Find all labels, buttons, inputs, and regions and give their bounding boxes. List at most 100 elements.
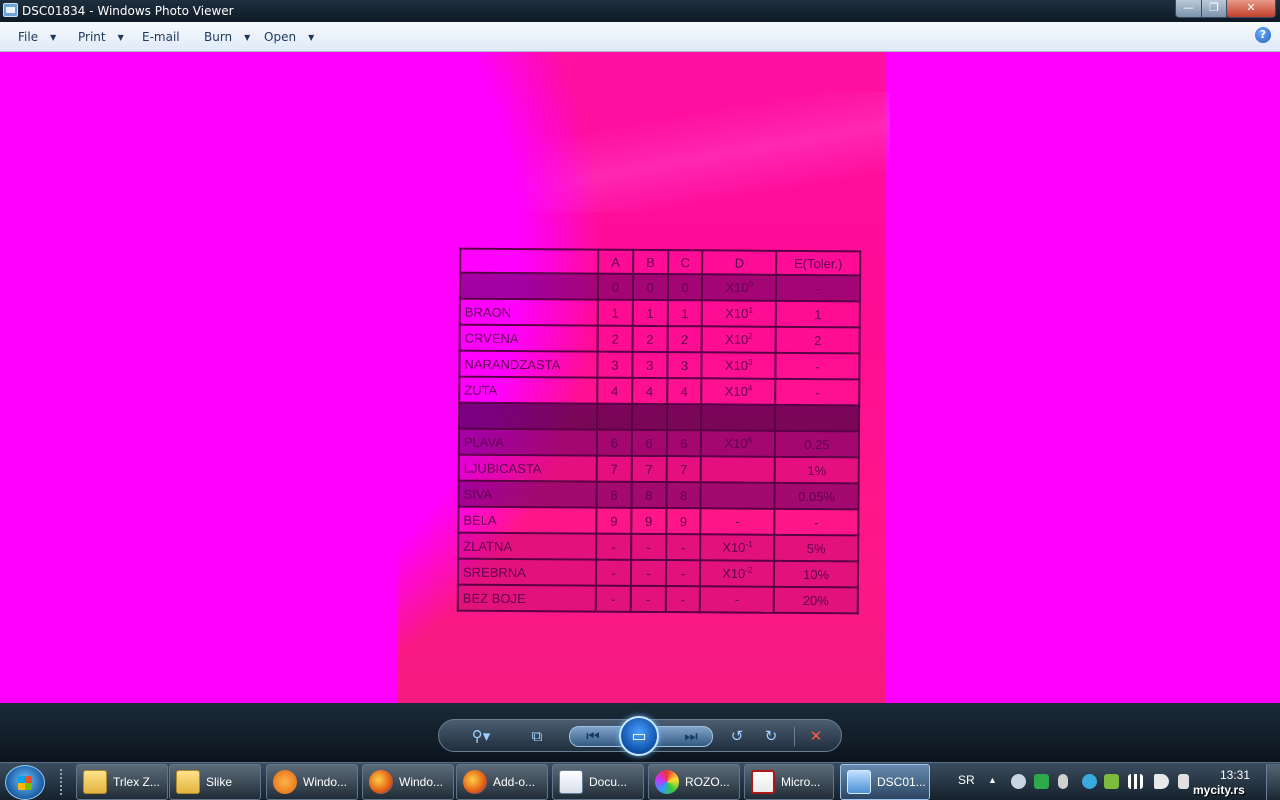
safely-remove-icon[interactable] (1104, 774, 1119, 789)
multiplier-base: X10 (724, 436, 748, 452)
menu-open[interactable]: Open ▼ (264, 30, 314, 44)
table-row: SIVA 8 8 8 0.05% (458, 480, 859, 510)
taskbar-button-word[interactable]: Docu... (552, 764, 644, 800)
digit-c-cell (666, 404, 702, 431)
antivirus-icon[interactable] (1034, 774, 1049, 789)
taskbar-button-slike[interactable]: Slike (169, 764, 261, 800)
taskbar-button-paint[interactable]: ROZO... (648, 764, 740, 800)
taskbar-button-label: Micro... (781, 775, 821, 789)
slideshow-icon[interactable]: ▭ (619, 716, 659, 756)
digit-a-cell: 4 (597, 377, 633, 404)
tolerance-cell: - (775, 378, 860, 406)
taskbar-button-trlex[interactable]: Trlex Z... (76, 764, 168, 800)
multiplier-cell (701, 404, 776, 431)
media-player-icon (273, 770, 297, 794)
taskbar-button-photo-viewer[interactable]: DSC01... (840, 764, 930, 800)
signal-icon[interactable] (1128, 774, 1143, 789)
tolerance-cell: - (774, 508, 859, 536)
table-row (459, 402, 860, 432)
word-document-icon (559, 770, 583, 794)
digit-a-cell: 6 (596, 429, 632, 456)
show-desktop-button[interactable] (1266, 764, 1280, 800)
volume-icon[interactable] (1154, 774, 1169, 789)
folder-icon (176, 770, 200, 794)
multiplier-exponent: 4 (747, 383, 753, 393)
taskbar-grip[interactable] (60, 769, 64, 795)
table-row: LJUBICASTA 7 7 7 1% (458, 454, 859, 484)
table-header-cell: A (598, 249, 634, 274)
digit-c-cell: 7 (666, 456, 702, 483)
screen: DSC01834 - Windows Photo Viewer — ❐ ✕ Fi… (0, 0, 1280, 800)
multiplier-exponent: 2 (748, 331, 753, 341)
photo-display-area: A B C D E(Toler.) 0 0 0 X100- BRAON 1 1 1 X101 1 CRVENA… (0, 52, 1280, 703)
table-header-cell: E(Toler.) (776, 250, 861, 276)
taskbar-button-label: ROZO... (685, 775, 730, 789)
minimize-button[interactable]: — (1175, 0, 1202, 18)
digit-a-cell: 7 (596, 455, 632, 482)
controls-divider (794, 727, 795, 746)
tolerance-cell: - (775, 352, 860, 380)
table-row: ZLATNA - - - X10-1 5% (458, 532, 859, 562)
chevron-down-icon: ▼ (308, 32, 315, 42)
digit-b-cell: - (630, 533, 666, 561)
tolerance-cell: 5% (774, 534, 859, 562)
taskbar-button-label: Windo... (399, 775, 444, 789)
multiplier-cell (700, 482, 775, 509)
taskbar-button-firefox-1[interactable]: Windo... (362, 764, 454, 800)
taskbar: Trlex Z... Slike Windo... Windo... Add-o… (0, 762, 1280, 800)
chevron-down-icon: ▼ (117, 32, 124, 42)
digit-c-cell: 1 (667, 300, 703, 327)
taskbar-button-firefox-2[interactable]: Add-o... (456, 764, 548, 800)
tolerance-cell: 0.25 (774, 430, 860, 458)
start-button[interactable] (5, 765, 45, 800)
actual-size-icon[interactable]: ⧉ (523, 724, 551, 749)
close-button[interactable]: ✕ (1226, 0, 1276, 18)
menu-email[interactable]: E-mail (142, 30, 180, 44)
rotate-right-icon[interactable]: ↻ (759, 724, 783, 749)
digit-a-cell: 8 (596, 481, 632, 508)
help-icon[interactable]: ? (1255, 27, 1271, 43)
color-name-cell: PLAVA (458, 428, 598, 456)
multiplier-exponent: 1 (748, 305, 753, 315)
digit-c-cell: - (665, 560, 701, 587)
menu-file[interactable]: File ▼ (18, 30, 56, 44)
chevron-down-icon: ▼ (244, 32, 251, 42)
menu-open-label: Open (264, 30, 297, 44)
zoom-icon[interactable]: ⚲▾ (463, 724, 499, 749)
language-indicator[interactable]: SR (958, 773, 975, 787)
multiplier-base: - (734, 592, 740, 608)
next-icon[interactable]: ⏭ (671, 724, 711, 749)
title-bar: DSC01834 - Windows Photo Viewer — ❐ ✕ (0, 0, 1280, 22)
delete-icon[interactable]: ✕ (803, 724, 829, 749)
windows-logo-icon (18, 776, 32, 790)
multiplier-exponent: -1 (745, 539, 753, 549)
multiplier-exponent: 6 (747, 435, 753, 445)
sync-icon[interactable] (1082, 774, 1097, 789)
previous-icon[interactable]: ⏮ (573, 724, 613, 749)
rotate-left-icon[interactable]: ↺ (725, 724, 749, 749)
taskbar-button-label: Docu... (589, 775, 628, 789)
multiplier-cell: X10-1 (700, 534, 775, 561)
color-name-cell (459, 272, 599, 300)
menu-file-label: File (18, 30, 39, 44)
digit-a-cell: - (596, 559, 631, 586)
restore-button[interactable]: ❐ (1201, 0, 1227, 18)
taskbar-button-microsoft[interactable]: Micro... (744, 764, 834, 800)
show-hidden-icons-icon[interactable]: ▲ (988, 775, 997, 785)
digit-b-cell: 6 (631, 429, 667, 457)
window-title: DSC01834 - Windows Photo Viewer (22, 4, 234, 18)
menu-burn-label: Burn (204, 30, 233, 44)
color-name-cell: CRVENA (459, 324, 598, 352)
battery-icon[interactable] (1178, 774, 1189, 789)
bluetooth-icon[interactable] (1058, 774, 1068, 789)
digit-b-cell: - (630, 585, 666, 613)
table-row: CRVENA 2 2 2 X102 2 (459, 324, 860, 354)
menu-bar: File ▼ Print ▼ E-mail Burn ▼ Open ▼ ? (0, 22, 1280, 52)
photo-viewer-icon (847, 770, 871, 794)
viewer-controls-bar: ⚲▾ ⧉ ⏮ ▭ ⏭ ↺ ↻ ✕ (0, 703, 1280, 762)
menu-burn[interactable]: Burn ▼ (204, 30, 250, 44)
taskbar-button-media-player[interactable]: Windo... (266, 764, 358, 800)
clock-time[interactable]: 13:31 (1220, 768, 1250, 782)
menu-print[interactable]: Print ▼ (78, 30, 124, 44)
users-icon[interactable] (1011, 774, 1026, 789)
